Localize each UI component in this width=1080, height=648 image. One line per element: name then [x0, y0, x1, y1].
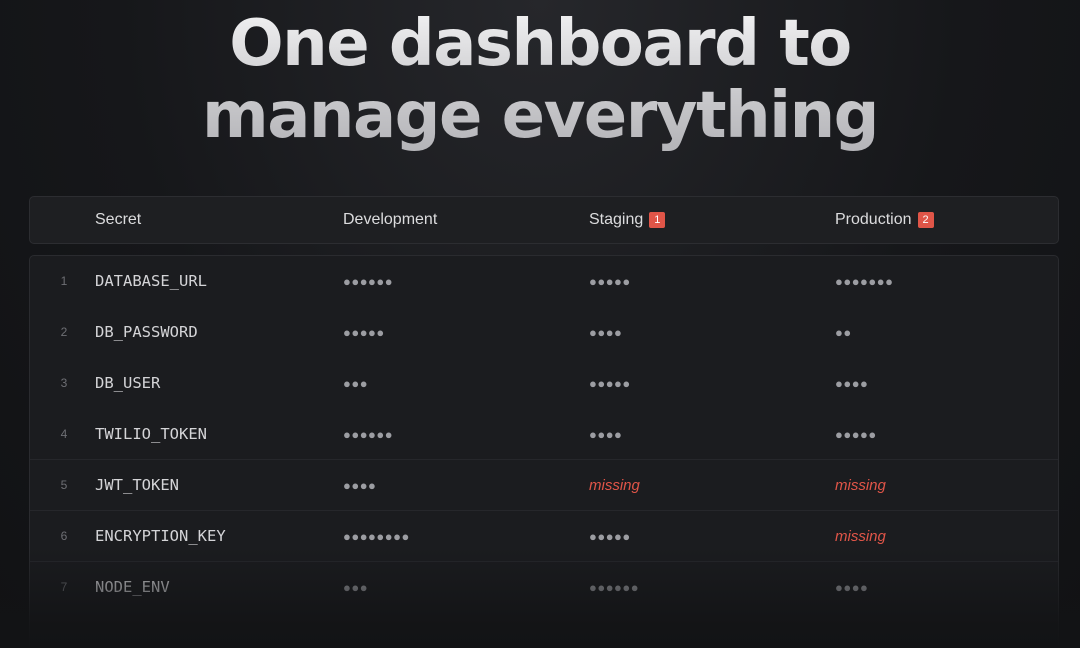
table-row[interactable]: 1 DATABASE_URL ●●●●●● ●●●●● ●●●●●●●: [30, 256, 1058, 307]
secrets-table-header: Secret Development Staging 1 Production 2: [29, 196, 1059, 244]
development-value[interactable]: ●●●: [343, 562, 368, 613]
production-missing-indicator[interactable]: missing: [835, 460, 886, 511]
row-index: 6: [60, 529, 68, 543]
development-value[interactable]: ●●●●●: [343, 307, 385, 358]
row-index: 3: [60, 376, 68, 390]
secret-key[interactable]: TWILIO_TOKEN: [95, 409, 207, 460]
column-header-secret[interactable]: Secret: [95, 197, 141, 243]
production-value[interactable]: ●●: [835, 307, 852, 358]
production-value[interactable]: ●●●●●●●: [835, 256, 893, 307]
secret-key[interactable]: DB_PASSWORD: [95, 307, 198, 358]
row-index: 4: [60, 427, 68, 441]
table-row[interactable]: 7 NODE_ENV ●●● ●●●●●● ●●●●: [30, 561, 1058, 612]
development-value[interactable]: ●●●●●●: [343, 409, 393, 460]
secret-key[interactable]: NODE_ENV: [95, 562, 170, 613]
row-index: 1: [60, 274, 68, 288]
staging-missing-indicator[interactable]: missing: [589, 460, 640, 511]
production-missing-indicator[interactable]: missing: [835, 511, 886, 562]
headline-line-2: manage everything: [202, 79, 878, 153]
development-value[interactable]: ●●●●●●: [343, 256, 393, 307]
headline-line-1: One dashboard to: [229, 7, 851, 81]
column-header-staging[interactable]: Staging 1: [589, 197, 666, 243]
secrets-table-body: 1 DATABASE_URL ●●●●●● ●●●●● ●●●●●●● 2 DB…: [29, 255, 1059, 648]
row-index: 2: [60, 325, 68, 339]
staging-value[interactable]: ●●●●●: [589, 256, 631, 307]
production-missing-count-badge: 2: [917, 212, 934, 228]
staging-value[interactable]: ●●●●: [589, 307, 622, 358]
production-value[interactable]: ●●●●: [835, 358, 868, 409]
row-index: 5: [60, 478, 68, 492]
table-row[interactable]: 3 DB_USER ●●● ●●●●● ●●●●: [30, 358, 1058, 409]
development-value[interactable]: ●●●●●●●●: [343, 511, 410, 562]
production-value[interactable]: ●●●●: [835, 562, 868, 613]
row-index: 7: [60, 580, 68, 594]
table-row[interactable]: 6 ENCRYPTION_KEY ●●●●●●●● ●●●●● missing: [30, 510, 1058, 561]
staging-value[interactable]: ●●●●●: [589, 358, 631, 409]
staging-missing-count-badge: 1: [649, 212, 666, 228]
staging-value[interactable]: ●●●●●●: [589, 562, 639, 613]
page-headline: One dashboard to manage everything: [0, 8, 1080, 152]
development-value[interactable]: ●●●●: [343, 460, 376, 511]
staging-value[interactable]: ●●●●●: [589, 511, 631, 562]
table-row[interactable]: 5 JWT_TOKEN ●●●● missing missing: [30, 459, 1058, 510]
table-row[interactable]: 2 DB_PASSWORD ●●●●● ●●●● ●●: [30, 307, 1058, 358]
column-header-development[interactable]: Development: [343, 197, 437, 243]
staging-value[interactable]: ●●●●: [589, 409, 622, 460]
development-value[interactable]: ●●●: [343, 358, 368, 409]
table-row[interactable]: 4 TWILIO_TOKEN ●●●●●● ●●●● ●●●●●: [30, 409, 1058, 460]
secret-key[interactable]: JWT_TOKEN: [95, 460, 179, 511]
secret-key[interactable]: DATABASE_URL: [95, 256, 207, 307]
secret-key[interactable]: ENCRYPTION_KEY: [95, 511, 226, 562]
column-header-production[interactable]: Production 2: [835, 197, 934, 243]
secret-key[interactable]: DB_USER: [95, 358, 160, 409]
column-header-production-label: Production: [835, 211, 912, 228]
column-header-staging-label: Staging: [589, 211, 644, 228]
production-value[interactable]: ●●●●●: [835, 409, 877, 460]
